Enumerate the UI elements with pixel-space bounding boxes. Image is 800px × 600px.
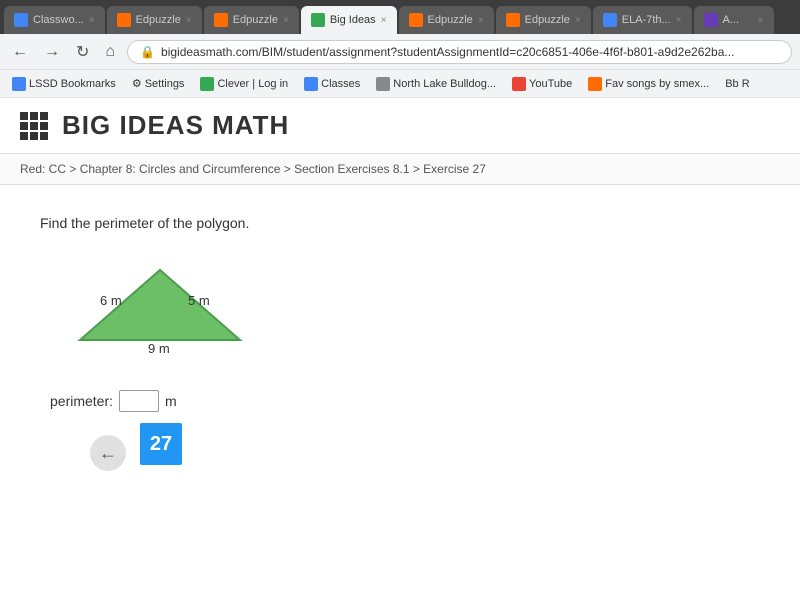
bim-logo-grid [20, 112, 48, 140]
address-bar: ← → ↻ ⌂ 🔒 bigideasmath.com/BIM/student/a… [0, 34, 800, 70]
tab-edpuzzle4[interactable]: Edpuzzle × [496, 6, 591, 34]
exercise-question: Find the perimeter of the polygon. [40, 215, 760, 231]
bookmark-classes[interactable]: Classes [300, 75, 364, 93]
perimeter-label: perimeter: [50, 393, 113, 409]
tab-label: A... [723, 14, 740, 26]
tab-edpuzzle3[interactable]: Edpuzzle × [399, 6, 494, 34]
perimeter-input[interactable] [119, 390, 159, 412]
back-button[interactable]: ← [8, 41, 32, 63]
breadcrumb: Red: CC > Chapter 8: Circles and Circumf… [0, 154, 800, 185]
exercise-number-badge: 27 [140, 423, 182, 465]
home-button[interactable]: ⌂ [101, 41, 119, 63]
bookmark-lssd[interactable]: LSSD Bookmarks [8, 75, 120, 93]
triangle-figure: 6 m 5 m 9 m [70, 255, 270, 360]
tab-favicon [506, 13, 520, 27]
tab-close-icon[interactable]: × [758, 15, 764, 26]
tab-favicon [117, 13, 131, 27]
bookmark-icon [512, 77, 526, 91]
bookmark-label: Settings [145, 78, 185, 90]
tab-label: Classwo... [33, 14, 84, 26]
tab-favicon [704, 13, 718, 27]
bookmark-icon [12, 77, 26, 91]
bookmark-label: Clever | Log in [217, 78, 288, 90]
bookmark-favsongs[interactable]: Fav songs by smex... [584, 75, 713, 93]
bookmarks-bar: LSSD Bookmarks ⚙ Settings Clever | Log i… [0, 70, 800, 98]
side-left-label: 6 m [100, 293, 122, 308]
bim-header: BIG IDEAS MATH [0, 98, 800, 154]
site-title: BIG IDEAS MATH [62, 110, 289, 141]
exercise-area: Find the perimeter of the polygon. 6 m 5… [0, 185, 800, 485]
bookmark-icon [304, 77, 318, 91]
tab-label: Edpuzzle [428, 14, 473, 26]
bookmark-label: YouTube [529, 78, 572, 90]
bookmark-bb[interactable]: Bb R [721, 76, 753, 92]
bookmark-label: Classes [321, 78, 360, 90]
tab-ela7th[interactable]: ELA-7th... × [593, 6, 692, 34]
tab-close-icon[interactable]: × [186, 15, 192, 26]
tab-edpuzzle1[interactable]: Edpuzzle × [107, 6, 202, 34]
tab-close-icon[interactable]: × [283, 15, 289, 26]
url-bar[interactable]: 🔒 bigideasmath.com/BIM/student/assignmen… [127, 40, 792, 64]
tab-label: ELA-7th... [622, 14, 671, 26]
bookmark-label: Bb R [725, 78, 749, 90]
tab-favicon [409, 13, 423, 27]
bookmark-label: North Lake Bulldog... [393, 78, 496, 90]
bookmark-northlake[interactable]: North Lake Bulldog... [372, 75, 500, 93]
browser-window: Classwo... × Edpuzzle × Edpuzzle × Big I… [0, 0, 800, 600]
tab-bigideas[interactable]: Big Ideas × [301, 6, 397, 34]
side-right-label: 5 m [188, 293, 210, 308]
tab-favicon [214, 13, 228, 27]
tab-edpuzzle2[interactable]: Edpuzzle × [204, 6, 299, 34]
page-content: BIG IDEAS MATH Red: CC > Chapter 8: Circ… [0, 98, 800, 600]
bookmark-settings[interactable]: ⚙ Settings [128, 75, 189, 92]
answer-area: perimeter: m [50, 390, 760, 412]
tab-favicon [311, 13, 325, 27]
tab-close-icon[interactable]: × [676, 15, 682, 26]
tab-favicon [14, 13, 28, 27]
tab-label: Big Ideas [330, 14, 376, 26]
tab-bar: Classwo... × Edpuzzle × Edpuzzle × Big I… [0, 0, 800, 34]
back-circle-button[interactable]: ← [90, 435, 126, 471]
reload-button[interactable]: ↻ [72, 40, 93, 64]
bookmark-icon [376, 77, 390, 91]
bookmark-clever[interactable]: Clever | Log in [196, 75, 292, 93]
tab-label: Edpuzzle [233, 14, 278, 26]
url-text: bigideasmath.com/BIM/student/assignment?… [161, 45, 734, 59]
tab-close-icon[interactable]: × [478, 15, 484, 26]
bookmark-icon [588, 77, 602, 91]
tab-close-icon[interactable]: × [575, 15, 581, 26]
settings-icon: ⚙ [132, 77, 142, 90]
tab-label: Edpuzzle [136, 14, 181, 26]
tab-close-icon[interactable]: × [381, 15, 387, 26]
tab-classwo[interactable]: Classwo... × [4, 6, 105, 34]
tab-close-icon[interactable]: × [89, 15, 95, 26]
triangle-svg: 6 m 5 m 9 m [70, 255, 270, 355]
tab-label: Edpuzzle [525, 14, 570, 26]
perimeter-unit: m [165, 393, 177, 409]
bookmark-label: Fav songs by smex... [605, 78, 709, 90]
side-bottom-label: 9 m [148, 341, 170, 355]
bookmark-label: LSSD Bookmarks [29, 78, 116, 90]
bookmark-icon [200, 77, 214, 91]
bookmark-youtube[interactable]: YouTube [508, 75, 576, 93]
tab-a[interactable]: A... × [694, 6, 774, 34]
forward-button[interactable]: → [40, 41, 64, 63]
tab-favicon [603, 13, 617, 27]
